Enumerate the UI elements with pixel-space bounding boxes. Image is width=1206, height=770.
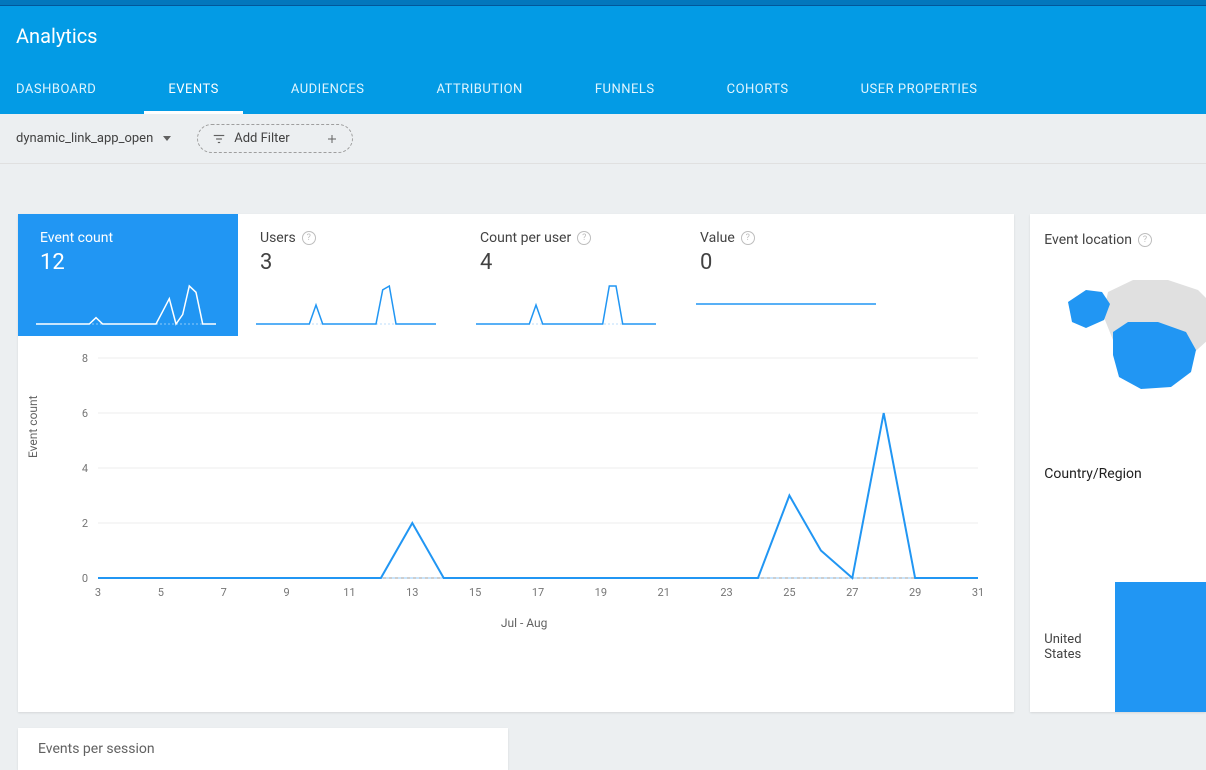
svg-text:29: 29 (909, 586, 921, 599)
metric-value: 4 (480, 250, 660, 275)
event-selector-value: dynamic_link_app_open (16, 131, 153, 146)
y-axis-title: Event count (26, 395, 40, 458)
svg-text:7: 7 (221, 586, 227, 599)
help-icon[interactable]: ? (741, 231, 755, 245)
tab-cohorts[interactable]: COHORTS (703, 68, 813, 114)
plus-icon (326, 133, 338, 145)
help-icon[interactable]: ? (577, 231, 591, 245)
page-title: Analytics (0, 6, 1206, 68)
caret-down-icon (163, 136, 171, 141)
metric-label: Value (700, 230, 735, 246)
filter-icon (212, 132, 226, 146)
app-header: Analytics DASHBOARD EVENTS AUDIENCES ATT… (0, 6, 1206, 114)
events-per-session-card[interactable]: Events per session (18, 728, 508, 770)
add-filter-button[interactable]: Add Filter (197, 124, 352, 153)
country-name: United States (1044, 632, 1103, 662)
add-filter-label: Add Filter (234, 131, 289, 146)
svg-text:21: 21 (658, 586, 670, 599)
metric-value: 12 (40, 250, 220, 275)
svg-text:0: 0 (82, 572, 88, 585)
sparkline (36, 282, 216, 326)
tab-funnels[interactable]: FUNNELS (571, 68, 679, 114)
svg-text:6: 6 (82, 407, 88, 420)
svg-text:11: 11 (343, 586, 355, 599)
svg-text:2: 2 (82, 517, 88, 530)
svg-text:15: 15 (469, 586, 481, 599)
event-metrics-card: Event count 12 Users ? 3 (18, 214, 1014, 712)
metric-event-count[interactable]: Event count 12 (18, 214, 238, 336)
svg-text:27: 27 (846, 586, 858, 599)
metric-label: Event count (40, 230, 113, 246)
tab-events[interactable]: EVENTS (144, 68, 243, 114)
help-icon[interactable]: ? (302, 231, 316, 245)
country-bar (1115, 582, 1206, 712)
sparkline (696, 282, 876, 326)
country-region-heading: Country/Region (1044, 466, 1206, 482)
metric-count-per-user[interactable]: Count per user ? 4 (458, 214, 678, 336)
country-row[interactable]: United States (1044, 582, 1206, 712)
svg-text:8: 8 (82, 352, 88, 365)
events-per-session-title: Events per session (38, 741, 155, 757)
svg-text:19: 19 (595, 586, 607, 599)
svg-text:5: 5 (158, 586, 164, 599)
metric-users[interactable]: Users ? 3 (238, 214, 458, 336)
svg-text:17: 17 (532, 586, 544, 599)
svg-text:31: 31 (972, 586, 984, 599)
event-location-title: Event location (1044, 232, 1132, 248)
tab-audiences[interactable]: AUDIENCES (267, 68, 389, 114)
svg-text:4: 4 (82, 462, 88, 475)
svg-text:23: 23 (720, 586, 732, 599)
world-map-icon (1038, 262, 1206, 432)
event-count-chart: Event count 0 2 4 6 8 3 5 7 9 11 13 15 17 19 21 23 25 27 2… (18, 336, 1014, 640)
metric-value: 3 (260, 250, 440, 275)
metric-value: 0 (700, 250, 880, 275)
svg-text:25: 25 (783, 586, 795, 599)
sparkline (256, 282, 436, 326)
svg-text:13: 13 (406, 586, 418, 599)
sparkline (476, 282, 656, 326)
metric-value[interactable]: Value ? 0 (678, 214, 898, 336)
tab-attribution[interactable]: ATTRIBUTION (412, 68, 546, 114)
event-selector[interactable]: dynamic_link_app_open (10, 127, 177, 150)
svg-text:3: 3 (95, 586, 101, 599)
svg-text:9: 9 (283, 586, 289, 599)
nav-tabs: DASHBOARD EVENTS AUDIENCES ATTRIBUTION F… (0, 68, 1206, 114)
event-location-card: Event location ? Country/Region United S… (1030, 214, 1206, 712)
tab-dashboard[interactable]: DASHBOARD (0, 68, 120, 114)
tab-user-properties[interactable]: USER PROPERTIES (837, 68, 1002, 114)
metric-label: Count per user (480, 230, 571, 246)
metric-label: Users (260, 230, 296, 246)
metrics-row: Event count 12 Users ? 3 (18, 214, 1014, 336)
help-icon[interactable]: ? (1138, 233, 1152, 247)
filter-bar: dynamic_link_app_open Add Filter (0, 114, 1206, 164)
line-chart-svg: 0 2 4 6 8 3 5 7 9 11 13 15 17 19 21 23 25 27 29 31 (58, 348, 988, 608)
x-axis-title: Jul - Aug (58, 616, 990, 630)
